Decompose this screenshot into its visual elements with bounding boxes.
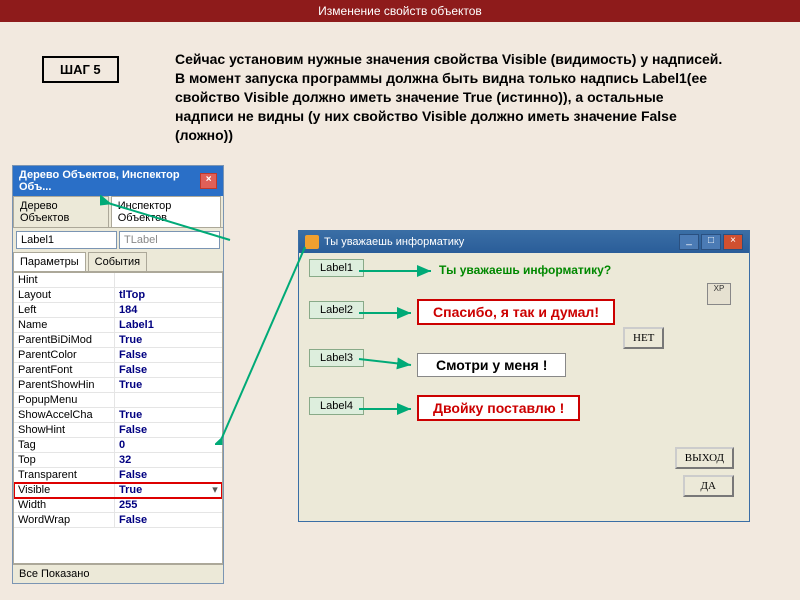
minimize-icon[interactable]: _ xyxy=(679,234,699,250)
property-value[interactable]: True xyxy=(115,333,222,347)
form-body: Label1 Label2 Label3 Label4 Ты уважаешь … xyxy=(299,253,749,521)
property-value[interactable]: tlTop xyxy=(115,288,222,302)
property-row[interactable]: ParentShowHinTrue xyxy=(14,378,222,393)
instruction-text: Сейчас установим нужные значения свойств… xyxy=(175,50,725,144)
property-row[interactable]: NameLabel1 xyxy=(14,318,222,333)
close-icon[interactable]: × xyxy=(200,173,217,189)
tab-object-inspector[interactable]: Инспектор Объектов xyxy=(111,196,221,227)
inspector-titlebar[interactable]: Дерево Объектов, Инспектор Объ... × xyxy=(13,166,223,196)
property-value[interactable]: True xyxy=(115,483,208,497)
tab-events[interactable]: События xyxy=(88,252,147,271)
property-row[interactable]: Hint xyxy=(14,273,222,288)
property-value[interactable] xyxy=(115,273,222,287)
property-name: Name xyxy=(14,318,115,332)
no-button[interactable]: НЕТ xyxy=(623,327,664,349)
property-value[interactable]: False xyxy=(115,348,222,362)
property-row[interactable]: Left184 xyxy=(14,303,222,318)
message-watch: Смотри у меня ! xyxy=(417,353,566,377)
object-inspector-window: Дерево Объектов, Инспектор Объ... × Дере… xyxy=(12,165,224,584)
property-value[interactable]: False xyxy=(115,363,222,377)
object-selector-row: Label1 TLabel xyxy=(13,228,223,252)
property-value[interactable] xyxy=(115,393,222,407)
yes-button[interactable]: ДА xyxy=(683,475,734,497)
app-icon xyxy=(305,235,319,249)
tab-object-tree[interactable]: Дерево Объектов xyxy=(13,196,109,227)
property-name: ShowAccelCha xyxy=(14,408,115,422)
message-thanks: Спасибо, я так и думал! xyxy=(417,299,615,325)
property-row[interactable]: Tag0 xyxy=(14,438,222,453)
inspector-title: Дерево Объектов, Инспектор Объ... xyxy=(19,169,200,193)
property-name: Left xyxy=(14,303,115,317)
property-row[interactable]: TransparentFalse xyxy=(14,468,222,483)
property-value[interactable]: Label1 xyxy=(115,318,222,332)
form-title: Ты уважаешь информатику xyxy=(324,236,464,248)
property-value[interactable]: 184 xyxy=(115,303,222,317)
question-label: Ты уважаешь информатику? xyxy=(439,263,611,277)
chevron-down-icon[interactable]: ▾ xyxy=(208,483,222,497)
inspector-status: Все Показано xyxy=(13,564,223,583)
property-name: Tag xyxy=(14,438,115,452)
step-label: ШАГ 5 xyxy=(42,56,119,83)
label4-tag[interactable]: Label4 xyxy=(309,397,364,415)
object-type-display: TLabel xyxy=(119,231,220,249)
arrow-icon xyxy=(357,355,417,373)
property-name: ShowHint xyxy=(14,423,115,437)
message-grade: Двойку поставлю ! xyxy=(417,395,580,421)
inspector-sub-tabs: Параметры События xyxy=(13,252,223,272)
tab-parameters[interactable]: Параметры xyxy=(13,252,86,271)
property-row[interactable]: ParentFontFalse xyxy=(14,363,222,378)
close-icon[interactable]: × xyxy=(723,234,743,250)
property-row[interactable]: Width255 xyxy=(14,498,222,513)
arrow-icon xyxy=(357,307,417,319)
label2-tag[interactable]: Label2 xyxy=(309,301,364,319)
property-name: PopupMenu xyxy=(14,393,115,407)
property-name: ParentFont xyxy=(14,363,115,377)
label1-tag[interactable]: Label1 xyxy=(309,259,364,277)
property-row[interactable]: PopupMenu xyxy=(14,393,222,408)
property-grid[interactable]: HintLayouttlTopLeft184NameLabel1ParentBi… xyxy=(13,272,223,564)
property-value[interactable]: 0 xyxy=(115,438,222,452)
property-name: Layout xyxy=(14,288,115,302)
object-name-select[interactable]: Label1 xyxy=(16,231,117,249)
property-name: Top xyxy=(14,453,115,467)
property-name: WordWrap xyxy=(14,513,115,527)
property-row[interactable]: VisibleTrue▾ xyxy=(14,483,222,498)
property-row[interactable]: ParentColorFalse xyxy=(14,348,222,363)
property-row[interactable]: ShowHintFalse xyxy=(14,423,222,438)
property-name: ParentShowHin xyxy=(14,378,115,392)
label3-tag[interactable]: Label3 xyxy=(309,349,364,367)
property-name: ParentBiDiMod xyxy=(14,333,115,347)
inspector-top-tabs: Дерево Объектов Инспектор Объектов xyxy=(13,196,223,228)
form-titlebar[interactable]: Ты уважаешь информатику _ □ × xyxy=(299,231,749,253)
property-name: Hint xyxy=(14,273,115,287)
property-row[interactable]: Top32 xyxy=(14,453,222,468)
property-value[interactable]: 32 xyxy=(115,453,222,467)
page-title: Изменение свойств объектов xyxy=(0,0,800,22)
property-value[interactable]: False xyxy=(115,513,222,527)
property-name: Visible xyxy=(14,483,115,497)
property-name: Width xyxy=(14,498,115,512)
arrow-icon xyxy=(357,265,437,277)
property-row[interactable]: ShowAccelChaTrue xyxy=(14,408,222,423)
property-row[interactable]: LayouttlTop xyxy=(14,288,222,303)
property-value[interactable]: True xyxy=(115,378,222,392)
arrow-icon xyxy=(357,403,417,415)
property-value[interactable]: 255 xyxy=(115,498,222,512)
property-row[interactable]: WordWrapFalse xyxy=(14,513,222,528)
property-row[interactable]: ParentBiDiModTrue xyxy=(14,333,222,348)
preview-form-window: Ты уважаешь информатику _ □ × Label1 Lab… xyxy=(298,230,750,522)
property-value[interactable]: False xyxy=(115,468,222,482)
property-value[interactable]: True xyxy=(115,408,222,422)
property-name: Transparent xyxy=(14,468,115,482)
exit-button[interactable]: ВЫХОД xyxy=(675,447,734,469)
xp-icon: XP xyxy=(707,283,731,305)
property-name: ParentColor xyxy=(14,348,115,362)
maximize-icon[interactable]: □ xyxy=(701,234,721,250)
property-value[interactable]: False xyxy=(115,423,222,437)
